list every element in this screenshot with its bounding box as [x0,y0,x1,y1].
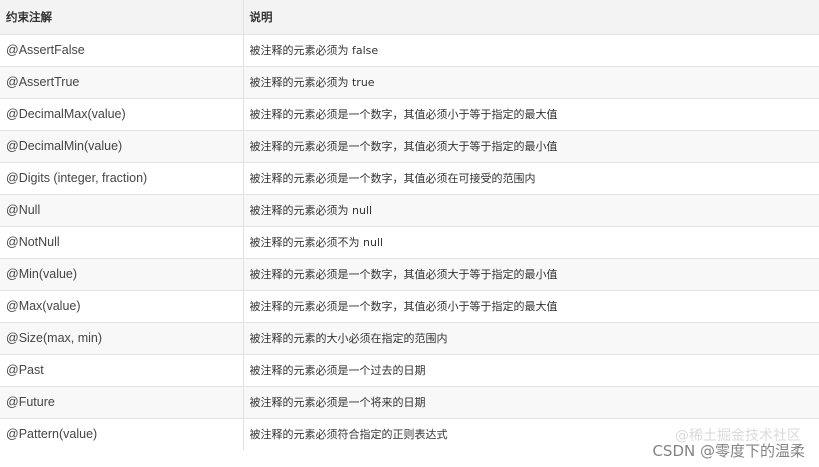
description-cell: 被注释的元素必须符合指定的正则表达式 [243,417,819,450]
annotation-cell: @Size(max, min) [0,321,244,354]
description-cell: 被注释的元素必须为 false [243,33,819,66]
annotation-cell: @Future [0,385,244,418]
table-row: @Max(value) 被注释的元素必须是一个数字，其值必须小于等于指定的最大值 [0,289,819,322]
table-header-row: 约束注解 说明 [0,0,819,34]
description-cell: 被注释的元素必须是一个将来的日期 [243,385,819,418]
table-row: @Future 被注释的元素必须是一个将来的日期 [0,385,819,418]
column-header-annotation: 约束注解 [0,0,244,34]
annotation-cell: @Min(value) [0,257,244,290]
table-row: @Min(value) 被注释的元素必须是一个数字，其值必须大于等于指定的最小值 [0,257,819,290]
table-row: @AssertTrue 被注释的元素必须为 true [0,65,819,98]
annotation-cell: @AssertTrue [0,65,244,98]
description-cell: 被注释的元素必须是一个数字，其值必须大于等于指定的最小值 [243,257,819,290]
annotation-cell: @Null [0,193,244,226]
table-row: @Past 被注释的元素必须是一个过去的日期 [0,353,819,386]
description-cell: 被注释的元素必须是一个过去的日期 [243,353,819,386]
table-row: @DecimalMax(value) 被注释的元素必须是一个数字，其值必须小于等… [0,97,819,130]
column-header-description: 说明 [243,0,819,34]
table-row: @Size(max, min) 被注释的元素的大小必须在指定的范围内 [0,321,819,354]
description-cell: 被注释的元素必须是一个数字，其值必须小于等于指定的最大值 [243,97,819,130]
annotation-cell: @Max(value) [0,289,244,322]
table-row: @AssertFalse 被注释的元素必须为 false [0,33,819,66]
table-row: @Null 被注释的元素必须为 null [0,193,819,226]
annotation-cell: @Digits (integer, fraction) [0,161,244,194]
table-row: @Pattern(value) 被注释的元素必须符合指定的正则表达式 [0,417,819,450]
description-cell: 被注释的元素必须是一个数字，其值必须小于等于指定的最大值 [243,289,819,322]
constraints-table: 约束注解 说明 @AssertFalse 被注释的元素必须为 false @As… [0,0,819,450]
description-cell: 被注释的元素的大小必须在指定的范围内 [243,321,819,354]
description-cell: 被注释的元素必须不为 null [243,225,819,258]
description-cell: 被注释的元素必须为 true [243,65,819,98]
table-row: @NotNull 被注释的元素必须不为 null [0,225,819,258]
annotation-cell: @Past [0,353,244,386]
description-cell: 被注释的元素必须是一个数字，其值必须大于等于指定的最小值 [243,129,819,162]
annotation-cell: @NotNull [0,225,244,258]
table-row: @Digits (integer, fraction) 被注释的元素必须是一个数… [0,161,819,194]
annotation-cell: @DecimalMin(value) [0,129,244,162]
annotation-cell: @Pattern(value) [0,417,244,450]
description-cell: 被注释的元素必须为 null [243,193,819,226]
description-cell: 被注释的元素必须是一个数字，其值必须在可接受的范围内 [243,161,819,194]
annotation-cell: @DecimalMax(value) [0,97,244,130]
annotation-cell: @AssertFalse [0,33,244,66]
table-row: @DecimalMin(value) 被注释的元素必须是一个数字，其值必须大于等… [0,129,819,162]
